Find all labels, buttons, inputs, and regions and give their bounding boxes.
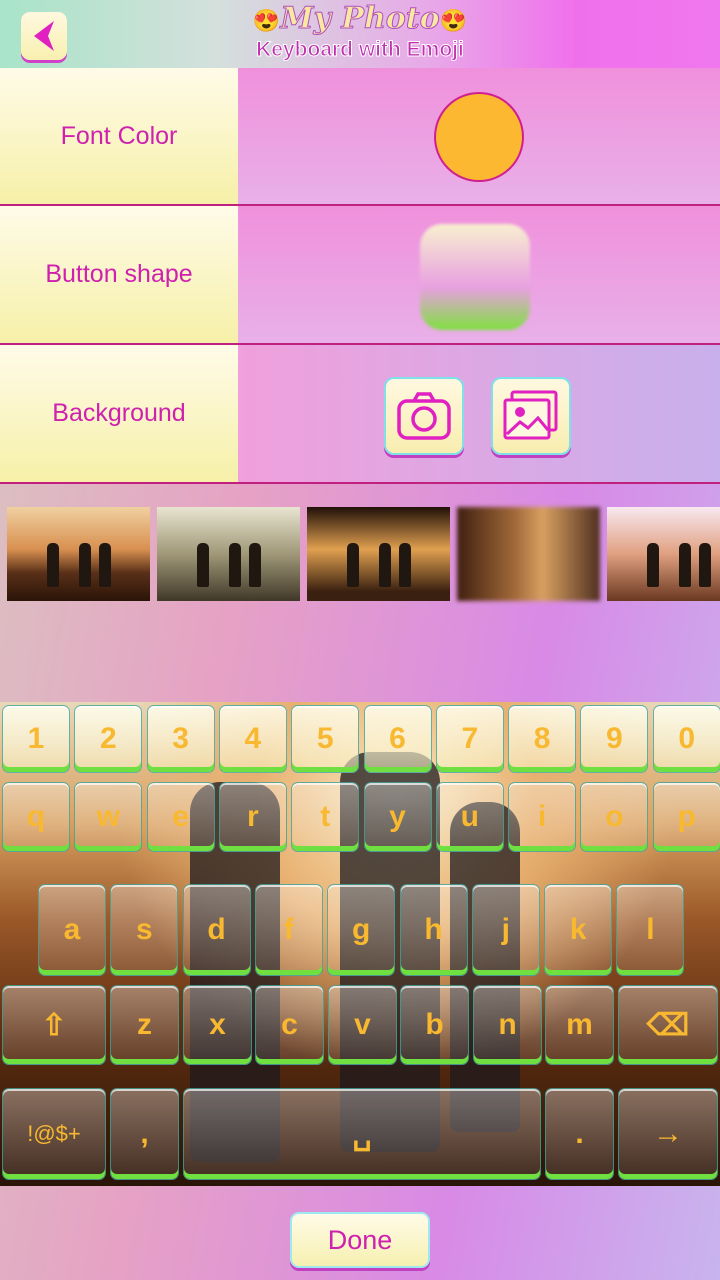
emoji-left: 😍 — [252, 8, 281, 34]
key[interactable]: s — [110, 884, 179, 976]
key[interactable]: e — [146, 782, 215, 852]
key[interactable]: v — [328, 985, 397, 1065]
key[interactable]: l — [616, 884, 685, 976]
keyboard-preview: 1 2 3 4 5 6 7 8 9 0 q w e r t y u i o p a s d f g h j k l ⇧ z x c v b n m ⌫ !@… — [0, 702, 720, 1186]
font-color-label: Font Color — [0, 68, 238, 204]
key[interactable]: !@$+ — [2, 1088, 106, 1180]
button-shape-preview[interactable] — [420, 224, 530, 330]
key[interactable]: r — [218, 782, 287, 852]
done-button[interactable]: Done — [290, 1212, 430, 1268]
key[interactable]: t — [291, 782, 360, 852]
background-thumbnails — [0, 507, 720, 601]
back-arrow-icon — [34, 21, 54, 51]
key[interactable]: ⇧ — [2, 985, 106, 1065]
key[interactable]: 1 — [2, 705, 70, 773]
key[interactable]: 0 — [652, 705, 720, 773]
key[interactable]: → — [618, 1088, 718, 1180]
key[interactable]: ⌫ — [618, 985, 718, 1065]
key[interactable]: 4 — [218, 705, 287, 773]
key[interactable]: x — [183, 985, 252, 1065]
key[interactable]: w — [74, 782, 143, 852]
background-row: Background — [0, 345, 720, 484]
emoji-right: 😍 — [439, 8, 468, 34]
key[interactable]: a — [38, 884, 106, 976]
key[interactable]: ␣ — [183, 1088, 541, 1180]
background-label: Background — [0, 345, 238, 482]
font-color-row: Font Color — [0, 68, 720, 206]
key[interactable]: o — [580, 782, 649, 852]
button-shape-row: Button shape — [0, 206, 720, 345]
key[interactable]: 6 — [363, 705, 432, 773]
thumbnail[interactable] — [157, 507, 300, 601]
key[interactable]: c — [255, 985, 324, 1065]
key[interactable]: f — [254, 884, 323, 976]
gallery-button[interactable] — [491, 377, 571, 455]
app-logo: 😍My Photo😍 Keyboard with Emoji — [230, 1, 490, 62]
key[interactable]: 2 — [74, 705, 143, 773]
key[interactable]: j — [471, 884, 540, 976]
thumbnail[interactable] — [607, 507, 720, 601]
key[interactable]: h — [399, 884, 468, 976]
key[interactable]: . — [545, 1088, 614, 1180]
key[interactable]: d — [182, 884, 251, 976]
gallery-icon — [503, 390, 558, 440]
key[interactable]: u — [435, 782, 504, 852]
key[interactable]: 7 — [435, 705, 504, 773]
thumbnail[interactable] — [7, 507, 150, 601]
thumbnail[interactable] — [457, 507, 600, 601]
camera-button[interactable] — [384, 377, 464, 455]
key[interactable]: 9 — [580, 705, 649, 773]
back-button[interactable] — [21, 12, 67, 60]
app-header: 😍My Photo😍 Keyboard with Emoji — [0, 0, 720, 68]
key[interactable]: z — [110, 985, 179, 1065]
camera-icon — [397, 392, 451, 440]
key[interactable]: b — [400, 985, 469, 1065]
key[interactable]: , — [110, 1088, 179, 1180]
thumbnail[interactable] — [307, 507, 450, 601]
key[interactable]: y — [363, 782, 432, 852]
key[interactable]: q — [2, 782, 70, 852]
logo-subtitle: Keyboard with Emoji — [256, 38, 465, 62]
key[interactable]: 8 — [508, 705, 577, 773]
font-color-swatch[interactable] — [434, 92, 524, 182]
key[interactable]: 5 — [291, 705, 360, 773]
key[interactable]: 3 — [146, 705, 215, 773]
key[interactable]: n — [473, 985, 542, 1065]
key[interactable]: p — [652, 782, 720, 852]
key[interactable]: m — [545, 985, 614, 1065]
key[interactable]: g — [327, 884, 396, 976]
button-shape-label: Button shape — [0, 206, 238, 343]
logo-title: My Photo — [280, 1, 440, 36]
key[interactable]: i — [508, 782, 577, 852]
key[interactable]: k — [544, 884, 613, 976]
